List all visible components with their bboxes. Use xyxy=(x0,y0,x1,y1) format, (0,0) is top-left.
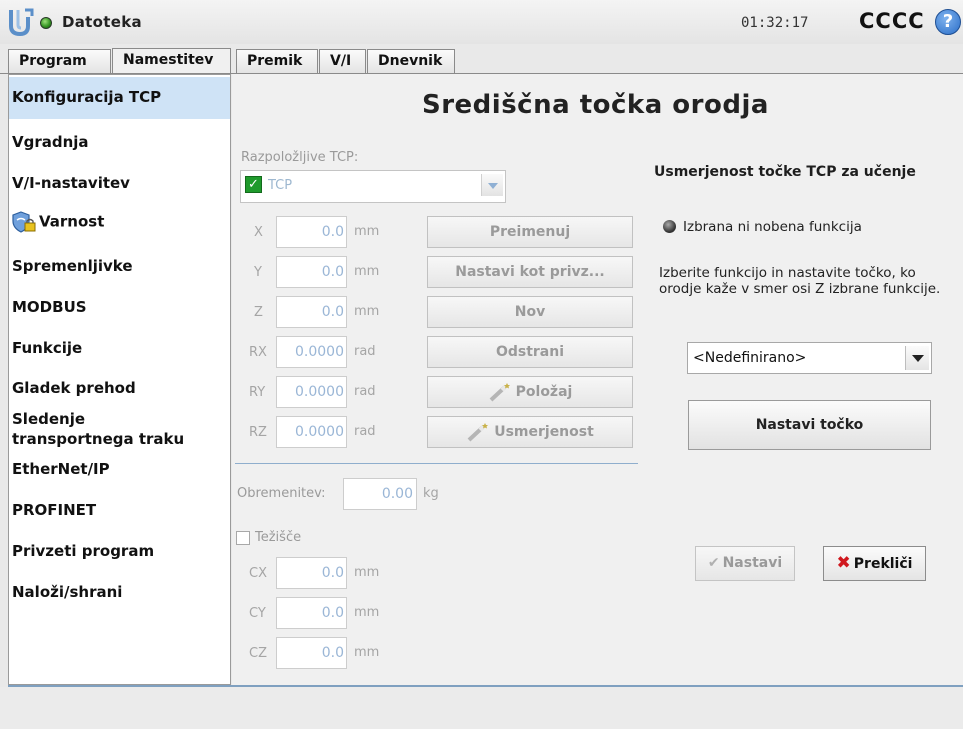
rx-unit: rad xyxy=(354,344,376,359)
tab-log[interactable]: Dnevnik xyxy=(367,49,455,74)
y-label: Y xyxy=(254,265,262,280)
sidebar-item-io-setup[interactable]: V/I-nastavitev xyxy=(9,173,230,193)
cancel-button[interactable]: ✖ Prekliči xyxy=(823,546,926,581)
tcp-select-value: TCP xyxy=(268,178,293,193)
help-icon[interactable]: ? xyxy=(935,9,961,35)
robot-status-indicator xyxy=(40,17,52,29)
rz-field[interactable]: 0.0000 xyxy=(276,416,347,448)
cy-field[interactable]: 0.0 xyxy=(276,597,347,629)
available-tcp-label: Razpoložljive TCP: xyxy=(241,150,359,165)
sidebar-item-profinet[interactable]: PROFINET xyxy=(9,500,230,520)
ry-field[interactable]: 0.0000 xyxy=(276,376,347,408)
z-field[interactable]: 0.0 xyxy=(276,296,347,328)
payload-unit: kg xyxy=(423,486,439,501)
cog-label: Težišče xyxy=(255,530,302,545)
sidebar-item-mounting[interactable]: Vgradnja xyxy=(9,132,230,152)
magic-wand-icon xyxy=(467,423,489,442)
tab-move[interactable]: Premik xyxy=(236,49,318,74)
orientation-description: Izberite funkcijo in nastavite točko, ko… xyxy=(659,265,941,297)
x-field[interactable]: 0.0 xyxy=(276,216,347,248)
set-default-button[interactable]: Nastavi kot privz... xyxy=(427,256,633,288)
cz-label: CZ xyxy=(249,646,267,661)
section-divider xyxy=(235,463,638,464)
y-unit: mm xyxy=(354,264,380,279)
sidebar-item-conveyor-tracking[interactable]: Sledenje transportnega traku xyxy=(9,409,209,449)
rename-button[interactable]: Preimenuj xyxy=(427,216,633,248)
rz-unit: rad xyxy=(354,424,376,439)
sidebar-item-tcp-configuration[interactable]: Konfiguracija TCP xyxy=(9,77,230,119)
y-field[interactable]: 0.0 xyxy=(276,256,347,288)
set-point-button[interactable]: Nastavi točko xyxy=(688,400,931,450)
sidebar-item-label: Varnost xyxy=(39,212,105,231)
tcp-config-panel: Središčna točka orodja Razpoložljive TCP… xyxy=(232,74,963,685)
feature-status-text: Izbrana ni nobena funkcija xyxy=(683,219,862,235)
sidebar-item-default-program[interactable]: Privzeti program xyxy=(9,541,230,561)
remove-button[interactable]: Odstrani xyxy=(427,336,633,368)
chevron-down-icon xyxy=(481,174,503,196)
teach-orientation-label: Usmerjenost xyxy=(494,424,594,440)
rz-label: RZ xyxy=(249,425,267,440)
sidebar-item-modbus[interactable]: MODBUS xyxy=(9,297,230,317)
teach-position-button[interactable]: Položaj xyxy=(427,376,633,408)
robot-name: CCCC xyxy=(859,9,925,33)
tab-io[interactable]: V/I xyxy=(319,49,366,74)
new-tcp-button[interactable]: Nov xyxy=(427,296,633,328)
sidebar: Konfiguracija TCP Vgradnja V/I-nastavite… xyxy=(8,74,231,685)
shield-lock-icon xyxy=(12,211,36,233)
footer-bar xyxy=(0,687,963,729)
clock: 01:32:17 xyxy=(741,15,809,31)
rx-label: RX xyxy=(249,345,267,360)
sidebar-item-ethernet-ip[interactable]: EtherNet/IP xyxy=(9,459,230,479)
cx-field[interactable]: 0.0 xyxy=(276,557,347,589)
status-dot-icon xyxy=(663,220,676,233)
checkmark-icon: ✓ xyxy=(245,176,262,193)
ry-unit: rad xyxy=(354,384,376,399)
cy-unit: mm xyxy=(354,605,380,620)
cx-unit: mm xyxy=(354,565,380,580)
payload-field[interactable]: 0.00 xyxy=(343,478,417,510)
chevron-down-icon xyxy=(905,346,929,370)
cancel-button-label: Prekliči xyxy=(853,556,913,572)
sidebar-item-safety[interactable]: Varnost xyxy=(9,211,230,233)
payload-label: Obremenitev: xyxy=(237,486,326,501)
ok-button[interactable]: ✔ Nastavi xyxy=(695,546,795,581)
checkmark-icon: ✔ xyxy=(707,555,720,571)
cz-unit: mm xyxy=(354,645,380,660)
teach-orientation-button[interactable]: Usmerjenost xyxy=(427,416,633,448)
cog-checkbox[interactable] xyxy=(236,531,250,545)
file-menu[interactable]: Datoteka xyxy=(62,13,142,31)
sidebar-item-variables[interactable]: Spremenljivke xyxy=(9,256,230,276)
feature-select[interactable]: <Nedefinirano> xyxy=(687,342,932,374)
sidebar-item-load-save[interactable]: Naloži/shrani xyxy=(9,582,230,602)
rx-field[interactable]: 0.0000 xyxy=(276,336,347,368)
x-label: X xyxy=(254,225,263,240)
tcp-select[interactable]: ✓ TCP xyxy=(240,170,506,203)
top-bar: Datoteka 01:32:17 CCCC ? xyxy=(0,0,963,44)
cx-label: CX xyxy=(249,566,267,581)
ok-button-label: Nastavi xyxy=(722,555,783,571)
magic-wand-icon xyxy=(489,383,510,402)
ur-logo-icon xyxy=(9,8,34,37)
sidebar-item-features[interactable]: Funkcije xyxy=(9,338,230,358)
x-unit: mm xyxy=(354,224,380,239)
teach-position-label: Položaj xyxy=(515,384,573,400)
z-label: Z xyxy=(254,305,263,320)
ry-label: RY xyxy=(249,385,266,400)
orientation-panel-title: Usmerjenost točke TCP za učenje xyxy=(654,164,916,180)
page-title: Središčna točka orodja xyxy=(422,90,769,120)
z-unit: mm xyxy=(354,304,380,319)
close-icon: ✖ xyxy=(836,553,851,573)
cz-field[interactable]: 0.0 xyxy=(276,637,347,669)
cy-label: CY xyxy=(249,606,266,621)
tab-program[interactable]: Program xyxy=(8,49,111,74)
tab-installation[interactable]: Namestitev xyxy=(112,48,231,75)
feature-select-value: <Nedefinirano> xyxy=(693,350,807,366)
sidebar-item-smooth-transition[interactable]: Gladek prehod xyxy=(9,378,230,398)
